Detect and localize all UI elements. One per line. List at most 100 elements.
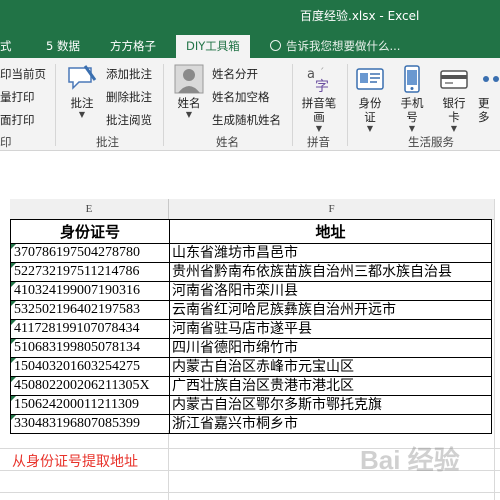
annotation-button[interactable]: 批注 ▼ — [62, 64, 102, 120]
id-cell[interactable]: 370786197504278780 — [10, 243, 170, 263]
address-cell[interactable]: 浙江省嘉兴市桐乡市 — [169, 414, 492, 434]
number-as-text-indicator — [11, 282, 16, 287]
address-cell[interactable]: 云南省红河哈尼族彝族自治州开远市 — [169, 300, 492, 320]
id-cell[interactable]: 410324199007190316 — [10, 281, 170, 301]
table-row: 370786197504278780 山东省潍坊市昌邑市 — [10, 243, 492, 263]
svg-text:a: a — [307, 67, 315, 82]
pinyin-label-line2: 画 — [313, 110, 325, 124]
pinyin-icon: a ˊ 字 — [307, 66, 329, 94]
address-cell[interactable]: 贵州省黔南布依族苗族自治州三都水族自治县 — [169, 262, 492, 282]
more-button[interactable]: 更多 — [478, 64, 500, 124]
address-cell[interactable]: 内蒙古自治区赤峰市元宝山区 — [169, 357, 492, 377]
table-row: 450802200206211305X 广西壮族自治区贵港市港北区 — [10, 376, 492, 396]
id-cell[interactable]: 510683199805078134 — [10, 338, 170, 358]
split-names[interactable]: 姓名分开 — [212, 66, 258, 82]
address-cell[interactable]: 河南省洛阳市栾川县 — [169, 281, 492, 301]
tab-data[interactable]: 5 数据 — [46, 38, 80, 54]
batch-print[interactable]: 量打印 — [0, 89, 35, 105]
name-button[interactable]: 姓名 ▼ — [170, 64, 208, 120]
bank-card-label-1: 银行 — [442, 96, 466, 110]
name-add-space[interactable]: 姓名加空格 — [212, 89, 270, 105]
chevron-down-icon: ▼ — [366, 124, 374, 133]
phone-icon — [404, 65, 420, 93]
id-value: 532502196402197583 — [14, 302, 140, 317]
number-as-text-indicator — [11, 339, 16, 344]
svg-text:字: 字 — [315, 79, 329, 94]
table-row: 532502196402197583 云南省红河哈尼族彝族自治州开远市 — [10, 300, 492, 320]
phone-button[interactable]: 手机 号 ▼ — [394, 64, 430, 134]
id-value: 370786197504278780 — [14, 245, 140, 260]
name-label: 姓名 — [177, 96, 201, 110]
id-cell[interactable]: 450802200206211305X — [10, 376, 170, 396]
ribbon-tabs: 式 5 数据 方方格子 DIY工具箱 告诉我您想要做什么... — [0, 32, 500, 58]
tab-fangfanggezi[interactable]: 方方格子 — [110, 38, 156, 54]
more-label: 更多 — [478, 96, 490, 124]
annotation-label: 批注 — [70, 96, 94, 110]
id-cell[interactable]: 330483196807085399 — [10, 414, 170, 434]
tell-me-placeholder: 告诉我您想要做什么... — [286, 39, 401, 53]
column-header-e[interactable]: E — [10, 199, 169, 220]
tab-formulas[interactable]: 式 — [0, 38, 12, 54]
id-value: 150403201603254275 — [14, 359, 140, 374]
number-as-text-indicator — [11, 396, 16, 401]
review-comment[interactable]: 批注阅览 — [106, 112, 152, 128]
id-value: 411728199107078434 — [14, 321, 140, 336]
address-cell[interactable]: 河南省驻马店市遂平县 — [169, 319, 492, 339]
id-cell[interactable]: 532502196402197583 — [10, 300, 170, 320]
bank-card-button[interactable]: 银行 卡 ▼ — [436, 64, 472, 134]
chevron-down-icon: ▼ — [315, 124, 323, 133]
tab-diy-toolbox[interactable]: DIY工具箱 — [176, 35, 250, 58]
pinyin-stroke-button[interactable]: a ˊ 字 拼音笔 画 ▼ — [296, 64, 342, 134]
address-cell[interactable]: 四川省德阳市绵竹市 — [169, 338, 492, 358]
id-value: 450802200206211305X — [14, 378, 150, 393]
page-print[interactable]: 面打印 — [0, 112, 35, 128]
group-separator — [347, 64, 348, 146]
column-header-f[interactable]: F — [169, 199, 495, 220]
gridline — [494, 199, 495, 500]
pinyin-group-label: 拼音 — [307, 135, 330, 149]
title-bar: 百度经验.xlsx - Excel — [0, 0, 500, 32]
id-card-icon — [356, 68, 384, 90]
address-cell[interactable]: 山东省潍坊市昌邑市 — [169, 243, 492, 263]
print-current-page[interactable]: 印当前页 — [0, 66, 46, 82]
gridline — [168, 430, 169, 500]
tell-me-search[interactable]: 告诉我您想要做什么... — [270, 38, 400, 54]
header-address[interactable]: 地址 — [169, 219, 492, 244]
ribbon: 印当前页 量打印 面打印 印 批注 ▼ 添加批注 删除批注 批注阅览 批注 姓名… — [0, 58, 500, 151]
table-row: 410324199007190316 河南省洛阳市栾川县 — [10, 281, 492, 301]
id-cell[interactable]: 411728199107078434 — [10, 319, 170, 339]
id-value: 410324199007190316 — [14, 283, 140, 298]
id-value: 522732197511214786 — [14, 264, 140, 279]
chevron-down-icon: ▼ — [408, 124, 416, 133]
data-table: 身份证号 地址 370786197504278780 山东省潍坊市昌邑市 522… — [10, 219, 492, 434]
window-title: 百度经验.xlsx - Excel — [300, 9, 420, 23]
annotation-group-label: 批注 — [96, 135, 119, 149]
phone-label-1: 手机 — [400, 96, 424, 110]
baidu-jingyan-watermark: Bai 经验 — [360, 445, 460, 475]
table-row: 510683199805078134 四川省德阳市绵竹市 — [10, 338, 492, 358]
generate-random-name[interactable]: 生成随机姓名 — [212, 112, 281, 128]
group-separator — [292, 64, 293, 146]
number-as-text-indicator — [11, 244, 16, 249]
lightbulb-icon — [270, 40, 281, 51]
id-cell[interactable]: 150624200011211309 — [10, 395, 170, 415]
address-cell[interactable]: 内蒙古自治区鄂尔多斯市鄂托克旗 — [169, 395, 492, 415]
header-id-number[interactable]: 身份证号 — [10, 219, 170, 244]
person-icon — [174, 64, 204, 94]
delete-comment[interactable]: 删除批注 — [106, 89, 152, 105]
svg-text:ˊ: ˊ — [319, 66, 325, 79]
table-row: 150624200011211309 内蒙古自治区鄂尔多斯市鄂托克旗 — [10, 395, 492, 415]
header-row: 身份证号 地址 — [10, 219, 492, 244]
print-group-label: 印 — [0, 135, 12, 149]
group-separator — [55, 64, 56, 146]
group-separator — [163, 64, 164, 146]
id-card-button[interactable]: 身份 证 ▼ — [352, 64, 388, 134]
id-cell[interactable]: 150403201603254275 — [10, 357, 170, 377]
id-card-label-2: 证 — [364, 110, 376, 124]
id-cell[interactable]: 522732197511214786 — [10, 262, 170, 282]
bank-card-label-2: 卡 — [448, 110, 460, 124]
add-comment[interactable]: 添加批注 — [106, 66, 152, 82]
address-cell[interactable]: 广西壮族自治区贵港市港北区 — [169, 376, 492, 396]
table-row: 522732197511214786 贵州省黔南布依族苗族自治州三都水族自治县 — [10, 262, 492, 282]
name-group-label: 姓名 — [216, 135, 239, 149]
